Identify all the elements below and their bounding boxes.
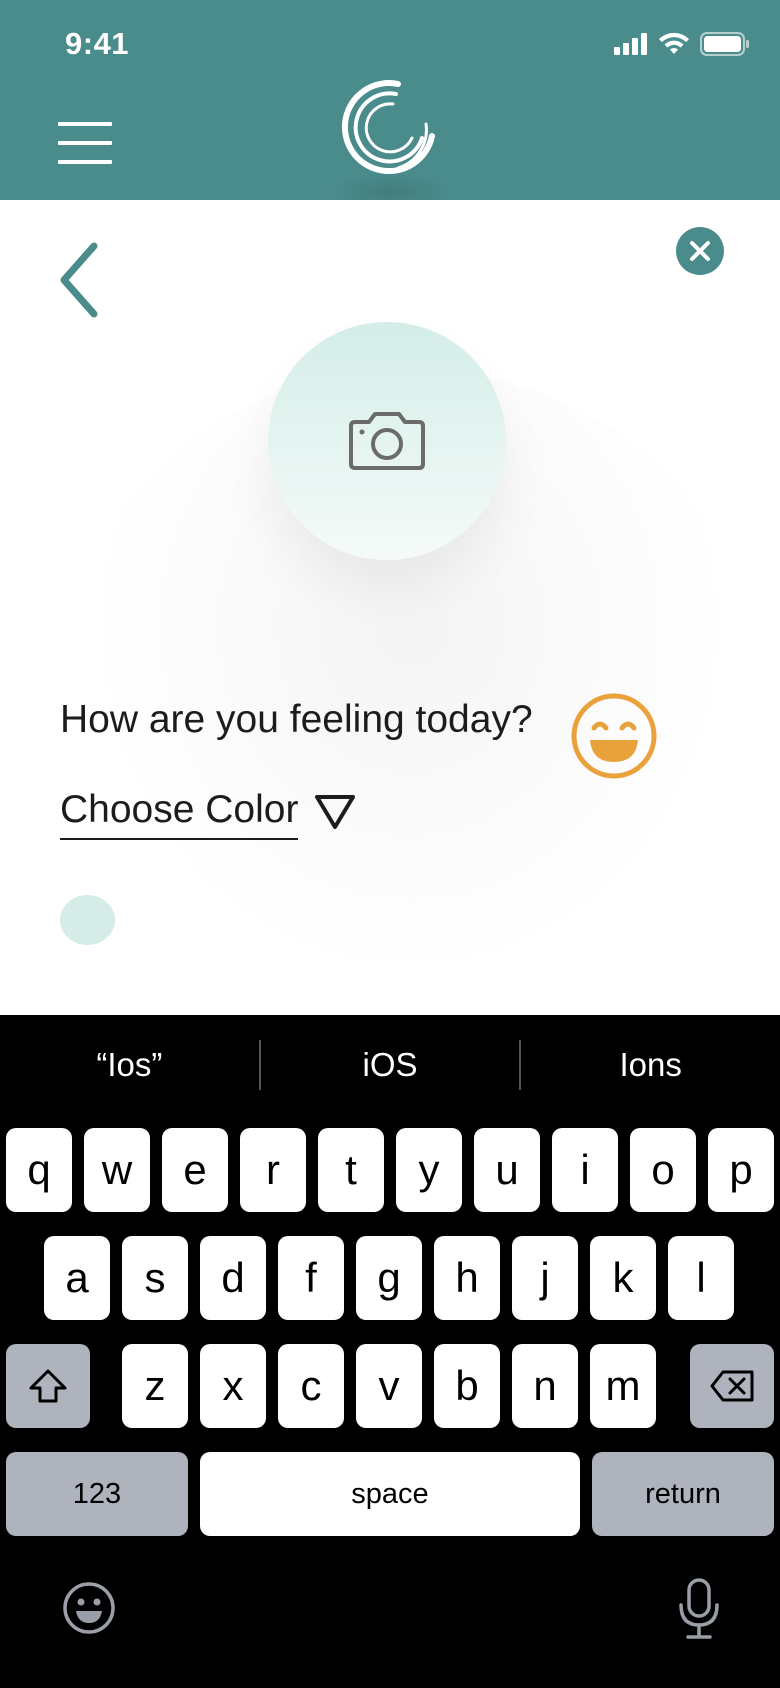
suggestion-3[interactable]: Ions [521,1046,780,1084]
suggestion-bar: “Ios” iOS Ions [0,1015,780,1115]
key-f[interactable]: f [278,1236,344,1320]
wifi-icon [659,32,689,54]
numbers-key[interactable]: 123 [6,1452,188,1536]
key-m[interactable]: m [590,1344,656,1428]
smiling-face-icon[interactable] [570,692,658,780]
emoji-keyboard-icon[interactable] [62,1581,116,1635]
key-g[interactable]: g [356,1236,422,1320]
key-h[interactable]: h [434,1236,500,1320]
status-icons [614,32,750,56]
key-x[interactable]: x [200,1344,266,1428]
key-c[interactable]: c [278,1344,344,1428]
chevron-left-icon[interactable] [56,240,106,320]
space-key[interactable]: space [200,1452,580,1536]
backspace-icon [710,1370,754,1402]
close-icon [690,241,710,261]
microphone-icon[interactable] [676,1577,722,1641]
key-e[interactable]: e [162,1128,228,1212]
status-time: 9:41 [65,26,130,61]
choose-color-dropdown[interactable]: Choose Color [60,788,299,840]
shift-key[interactable] [6,1344,90,1428]
app-header: 9:41 [0,0,780,212]
hamburger-menu-icon[interactable] [58,120,114,166]
key-w[interactable]: w [84,1128,150,1212]
selected-color-swatch[interactable] [60,895,115,945]
signal-icon [614,33,647,55]
key-l[interactable]: l [668,1236,734,1320]
key-d[interactable]: d [200,1236,266,1320]
key-s[interactable]: s [122,1236,188,1320]
key-k[interactable]: k [590,1236,656,1320]
key-y[interactable]: y [396,1128,462,1212]
key-p[interactable]: p [708,1128,774,1212]
triangle-down-icon[interactable] [314,794,356,830]
key-t[interactable]: t [318,1128,384,1212]
suggestion-1[interactable]: “Ios” [0,1046,259,1084]
ios-keyboard: “Ios” iOS Ions q w e r t y u i o p a s d… [0,1015,780,1688]
key-a[interactable]: a [44,1236,110,1320]
swirl-logo-icon[interactable] [338,76,442,180]
mood-entry-panel: How are you feeling today? Choose Color [0,200,780,1015]
feeling-question: How are you feeling today? [60,698,533,741]
key-n[interactable]: n [512,1344,578,1428]
key-b[interactable]: b [434,1344,500,1428]
key-q[interactable]: q [6,1128,72,1212]
return-key[interactable]: return [592,1452,774,1536]
key-r[interactable]: r [240,1128,306,1212]
battery-icon [700,32,749,56]
key-j[interactable]: j [512,1236,578,1320]
shift-icon [29,1369,67,1403]
key-z[interactable]: z [122,1344,188,1428]
camera-icon [349,412,425,470]
key-i[interactable]: i [552,1128,618,1212]
add-photo-button[interactable] [268,322,506,560]
key-o[interactable]: o [630,1128,696,1212]
close-button[interactable] [676,227,724,275]
key-u[interactable]: u [474,1128,540,1212]
key-v[interactable]: v [356,1344,422,1428]
delete-key[interactable] [690,1344,774,1428]
suggestion-2[interactable]: iOS [261,1046,520,1084]
